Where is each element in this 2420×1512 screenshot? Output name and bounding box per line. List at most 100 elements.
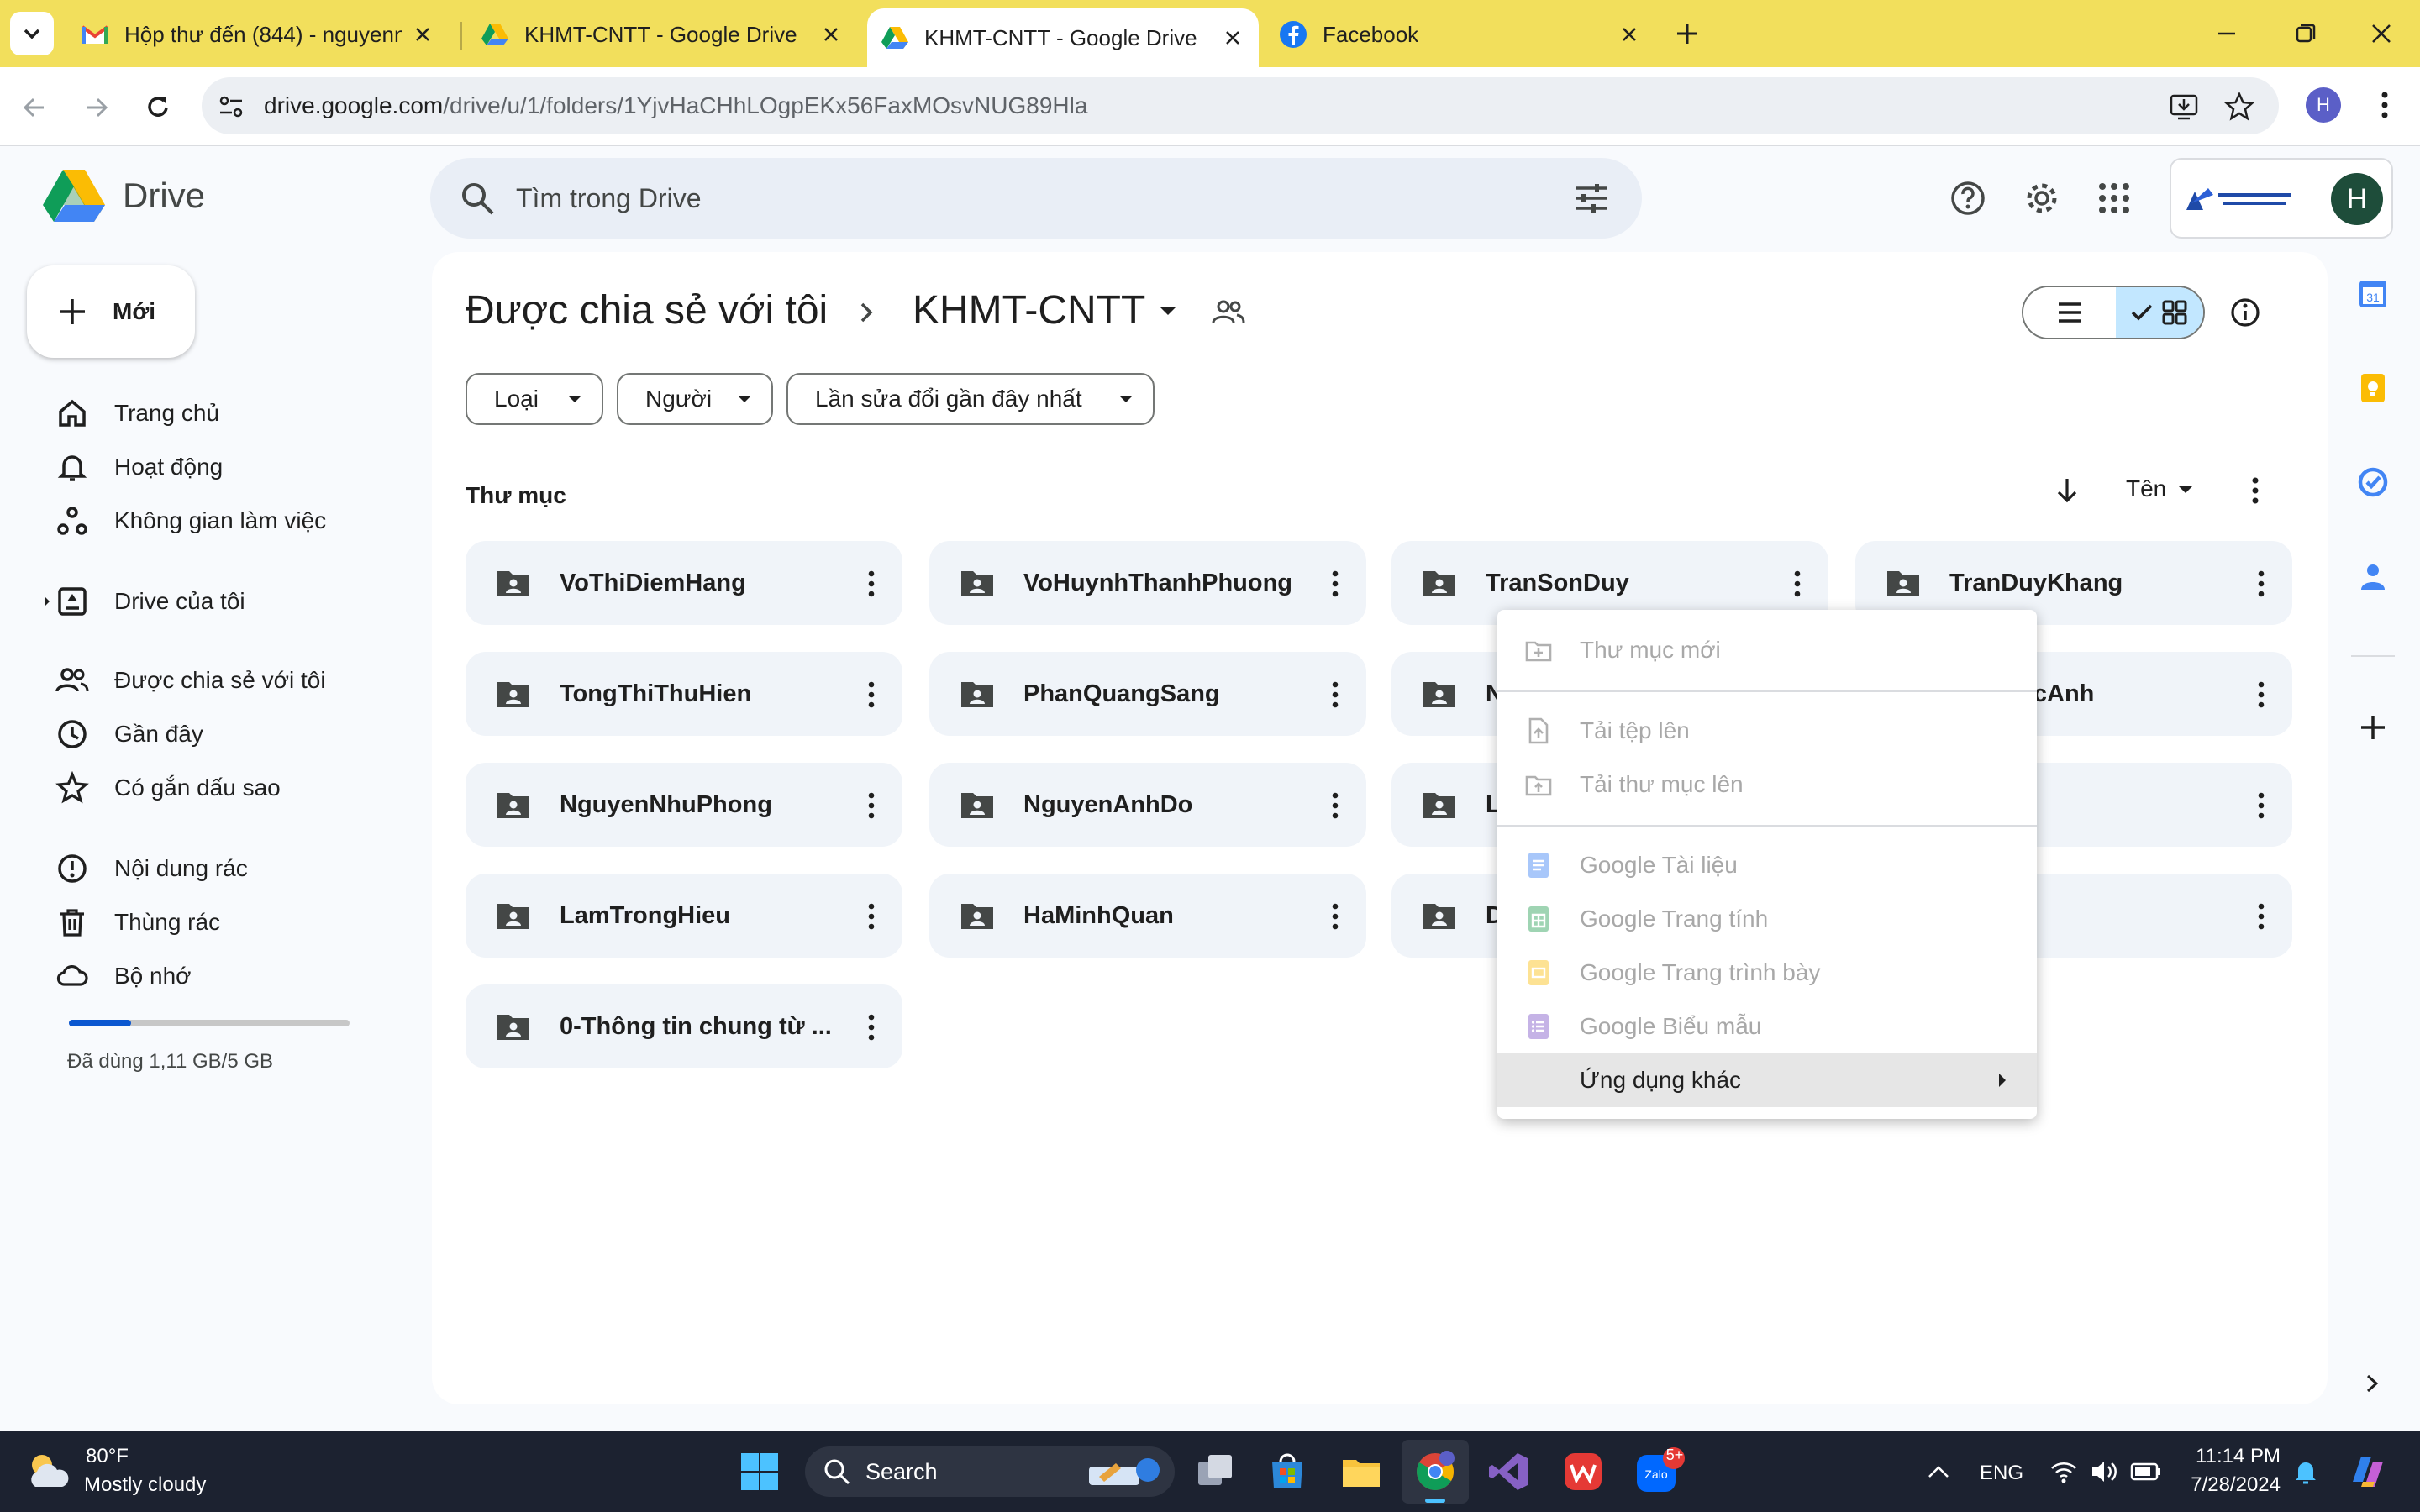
new-tab-icon[interactable] [1672, 18, 1702, 49]
task-view-icon[interactable] [1193, 1450, 1237, 1494]
clock-date[interactable]: 7/28/2024 [2176, 1473, 2281, 1497]
new-button[interactable]: Mới [27, 265, 195, 358]
close-tab-icon[interactable] [1222, 27, 1244, 49]
search-options-icon[interactable] [1573, 180, 1610, 217]
expand-arrow-icon[interactable] [40, 591, 54, 612]
keep-icon[interactable] [2356, 371, 2390, 405]
weather-cloud-icon[interactable] [24, 1446, 74, 1494]
folder-more-options-icon[interactable] [865, 570, 877, 598]
tab-drive-1[interactable]: KHMT-CNTT - Google Drive [471, 7, 857, 62]
sidebar-item-my-drive[interactable]: Drive của tôi [55, 578, 245, 625]
folder-more-options-icon[interactable] [1329, 680, 1341, 709]
sidebar-item-home[interactable]: Trang chủ [55, 390, 219, 437]
menu-item-google-forms[interactable]: Google Biểu mẫu [1497, 1000, 2037, 1053]
account-switcher[interactable]: H [2170, 158, 2393, 239]
drive-search-bar[interactable]: Tìm trong Drive [430, 158, 1642, 239]
sidebar-item-shared[interactable]: Được chia sẻ với tôi [55, 657, 326, 704]
sort-direction-arrow-icon[interactable] [2050, 474, 2084, 507]
wps-office-icon[interactable] [1561, 1450, 1605, 1494]
wifi-icon[interactable] [2049, 1457, 2079, 1487]
menu-item-new-folder[interactable]: Thư mục mới [1497, 623, 2037, 677]
breadcrumb-current[interactable]: KHMT-CNTT [913, 287, 1179, 333]
sidebar-item-workspace[interactable]: Không gian làm việc [55, 497, 326, 544]
sort-by-button[interactable]: Tên [2126, 475, 2195, 502]
breadcrumb-parent[interactable]: Được chia sẻ với tôi [466, 287, 828, 333]
filter-modified-chip[interactable]: Lần sửa đổi gần đây nhất [786, 373, 1155, 425]
sidebar-item-activity[interactable]: Hoạt động [55, 444, 223, 491]
tab-facebook[interactable]: Facebook [1269, 7, 1655, 62]
tab-drive-active[interactable]: KHMT-CNTT - Google Drive [867, 8, 1259, 67]
drive-logo[interactable]: Drive [42, 168, 205, 223]
folder-more-options-icon[interactable] [1329, 570, 1341, 598]
add-addon-icon[interactable] [2356, 711, 2390, 744]
visual-studio-icon[interactable] [1487, 1450, 1531, 1494]
battery-icon[interactable] [2129, 1457, 2163, 1487]
close-window-icon[interactable] [2365, 18, 2398, 49]
microsoft-store-icon[interactable] [1265, 1450, 1309, 1494]
volume-icon[interactable] [2089, 1457, 2119, 1487]
sidebar-item-recent[interactable]: Gần đây [55, 711, 203, 758]
folder-more-options-icon[interactable] [1791, 570, 1803, 598]
close-tab-icon[interactable] [412, 24, 434, 45]
google-apps-icon[interactable] [2096, 180, 2133, 217]
tab-gmail[interactable]: Hộp thư đến (844) - nguyennguyenhien [71, 7, 449, 62]
sidebar-item-starred[interactable]: Có gắn dấu sao [55, 764, 281, 811]
input-language[interactable]: ENG [1980, 1462, 2023, 1485]
bookmark-star-icon[interactable] [2223, 91, 2255, 123]
folder-more-options-icon[interactable] [865, 1013, 877, 1042]
filter-people-chip[interactable]: Người [617, 373, 773, 425]
clock-time[interactable]: 11:14 PM [2188, 1445, 2281, 1468]
site-info-icon[interactable] [217, 92, 245, 121]
list-view-button[interactable] [2023, 287, 2114, 338]
show-hidden-icons-chevron-icon[interactable] [1924, 1458, 1953, 1483]
folder-card[interactable]: NguyenNhuPhong [466, 763, 902, 847]
sidebar-item-storage[interactable]: Bộ nhớ [55, 953, 192, 1000]
folder-card[interactable]: LamTrongHieu [466, 874, 902, 958]
folder-card[interactable]: HaMinhQuan [929, 874, 1366, 958]
folder-card[interactable]: NguyenAnhDo [929, 763, 1366, 847]
help-icon[interactable] [1949, 180, 1986, 217]
back-arrow-icon[interactable] [18, 92, 52, 123]
browser-menu-icon[interactable] [2370, 87, 2400, 123]
expand-side-panel-icon[interactable] [2360, 1369, 2385, 1398]
search-input[interactable]: Tìm trong Drive [516, 183, 701, 214]
shared-folder-people-icon[interactable] [1212, 297, 1245, 328]
folder-more-options-icon[interactable] [865, 680, 877, 709]
filter-type-chip[interactable]: Loại [466, 373, 603, 425]
restore-icon[interactable] [2287, 18, 2321, 49]
chrome-taskbar-button[interactable] [1402, 1440, 1469, 1504]
folder-more-options-icon[interactable] [2255, 791, 2267, 820]
menu-item-upload-folder[interactable]: Tải thư mục lên [1497, 758, 2037, 811]
folder-more-options-icon[interactable] [1329, 791, 1341, 820]
folder-more-options-icon[interactable] [2255, 902, 2267, 931]
folder-card[interactable]: VoHuynhThanhPhuong [929, 541, 1366, 625]
browser-profile-avatar[interactable]: H [2306, 87, 2341, 123]
folder-card[interactable]: TongThiThuHien [466, 652, 902, 736]
grid-view-button[interactable] [2116, 287, 2203, 338]
account-avatar[interactable]: H [2331, 173, 2383, 225]
reload-icon[interactable] [141, 91, 175, 124]
close-tab-icon[interactable] [820, 24, 842, 45]
menu-item-more-apps[interactable]: Ứng dụng khác [1497, 1053, 2037, 1107]
folder-more-options-icon[interactable] [865, 791, 877, 820]
calendar-icon[interactable]: 31 [2356, 277, 2390, 311]
windows-start-icon[interactable] [739, 1452, 780, 1492]
folder-more-options-icon[interactable] [2255, 680, 2267, 709]
folder-card[interactable]: VoThiDiemHang [466, 541, 902, 625]
address-bar[interactable]: drive.google.com/drive/u/1/folders/1YjvH… [202, 77, 2279, 134]
folder-more-options-icon[interactable] [865, 902, 877, 931]
contacts-icon[interactable] [2356, 559, 2390, 593]
menu-item-google-slides[interactable]: Google Trang trình bày [1497, 946, 2037, 1000]
sidebar-item-spam[interactable]: Nội dung rác [55, 845, 248, 892]
folder-more-options-icon[interactable] [2255, 570, 2267, 598]
copilot-icon[interactable] [2344, 1448, 2391, 1495]
more-options-icon[interactable] [2240, 474, 2270, 507]
folder-card[interactable]: PhanQuangSang [929, 652, 1366, 736]
tab-search-button[interactable] [10, 12, 54, 55]
menu-item-google-docs[interactable]: Google Tài liệu [1497, 838, 2037, 892]
install-app-icon[interactable] [2168, 91, 2200, 123]
menu-item-upload-file[interactable]: Tải tệp lên [1497, 704, 2037, 758]
folder-card[interactable]: 0-Thông tin chung từ ... [466, 984, 902, 1068]
settings-gear-icon[interactable] [2023, 180, 2060, 217]
close-tab-icon[interactable] [1618, 24, 1640, 45]
